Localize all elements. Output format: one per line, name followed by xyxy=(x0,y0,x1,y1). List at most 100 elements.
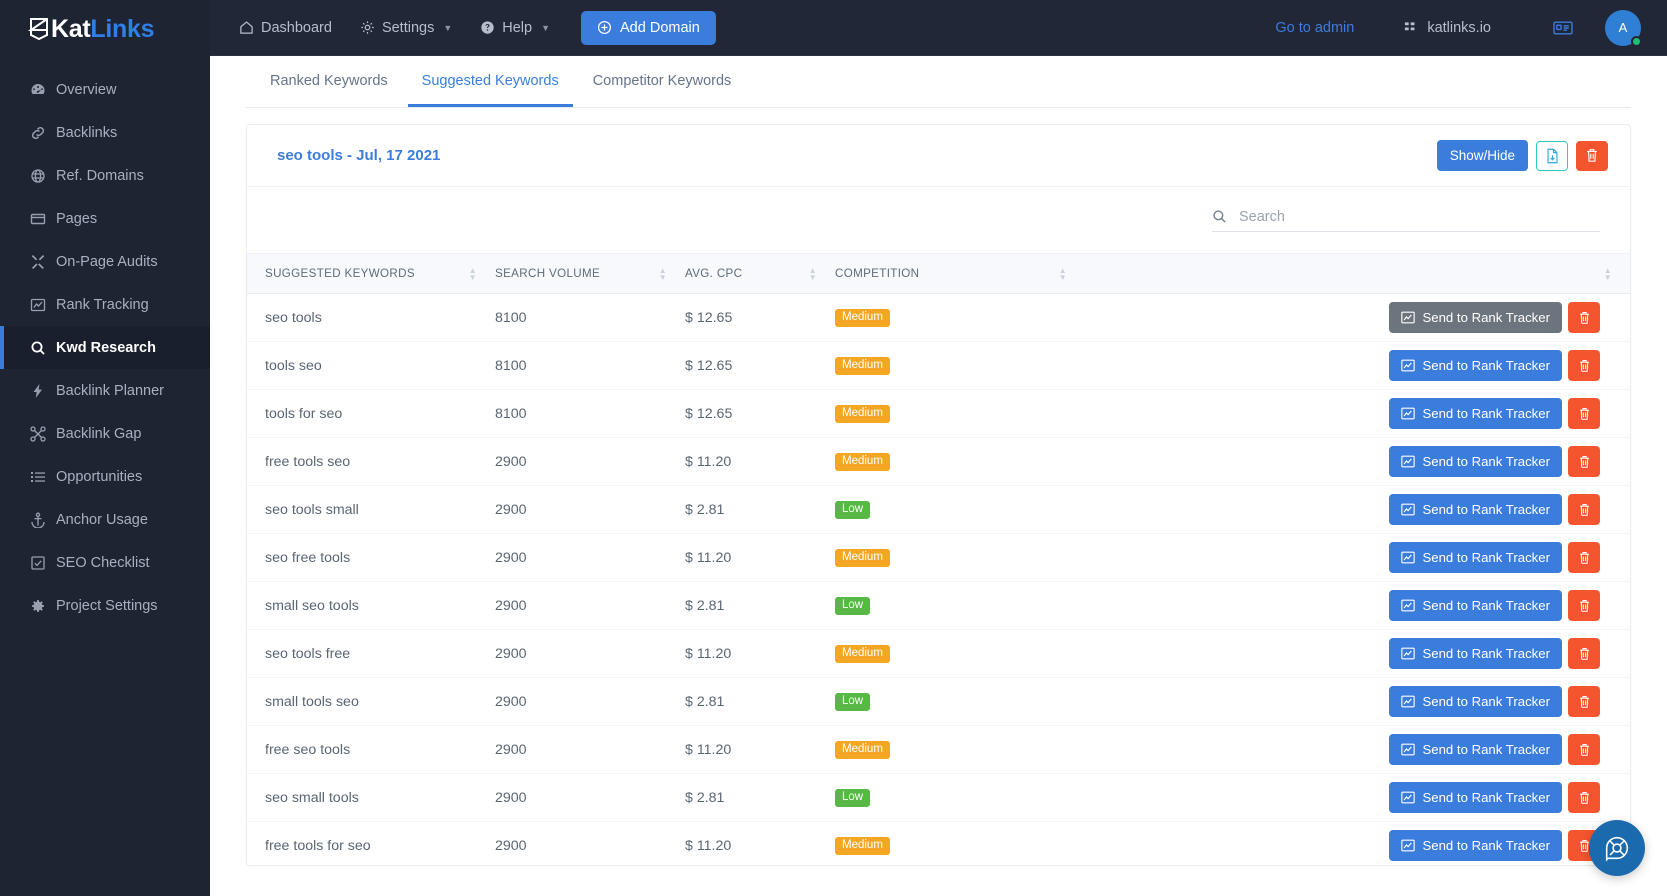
send-to-rank-tracker-button[interactable]: Send to Rank Tracker xyxy=(1389,782,1562,813)
table-row: small seo tools 2900 $ 2.81 Low Send to Rank… xyxy=(247,581,1630,630)
competition-badge: Medium xyxy=(835,740,890,760)
sidebar-item-label: Project Settings xyxy=(56,597,158,614)
row-action-group: Send to Rank Tracker xyxy=(1389,446,1600,477)
competition-badge: Medium xyxy=(835,356,890,376)
delete-row-button[interactable] xyxy=(1568,638,1600,669)
sidebar-item-rank-tracking[interactable]: Rank Tracking xyxy=(0,283,210,326)
sidebar-item-seo-checklist[interactable]: SEO Checklist xyxy=(0,541,210,584)
sidebar-item-overview[interactable]: Overview xyxy=(0,68,210,111)
cell-actions: Send to Rank Tracker xyxy=(1085,485,1630,534)
add-domain-button[interactable]: Add Domain xyxy=(581,10,716,45)
delete-row-button[interactable] xyxy=(1568,542,1600,573)
site-switcher[interactable]: katlinks.io xyxy=(1376,20,1531,36)
chart-line-icon xyxy=(1401,647,1416,660)
nav-dashboard[interactable]: Dashboard xyxy=(228,14,343,42)
go-to-admin-link[interactable]: Go to admin xyxy=(1253,20,1376,36)
delete-card-button[interactable] xyxy=(1576,140,1608,171)
cell-avg-cpc: $ 2.81 xyxy=(685,581,835,630)
sidebar-item-kwd-research[interactable]: Kwd Research xyxy=(0,326,210,369)
chart-line-icon xyxy=(1401,695,1416,708)
send-to-rank-tracker-label: Send to Rank Tracker xyxy=(1422,406,1550,421)
trash-icon xyxy=(1578,743,1591,757)
globe-icon xyxy=(30,168,56,184)
send-to-rank-tracker-button[interactable]: Send to Rank Tracker xyxy=(1389,302,1562,333)
delete-row-button[interactable] xyxy=(1568,686,1600,717)
cell-actions: Send to Rank Tracker xyxy=(1085,341,1630,390)
send-to-rank-tracker-button[interactable]: Send to Rank Tracker xyxy=(1389,446,1562,477)
nav-help[interactable]: Help ▼ xyxy=(469,14,561,42)
send-to-rank-tracker-button[interactable]: Send to Rank Tracker xyxy=(1389,830,1562,861)
send-to-rank-tracker-button[interactable]: Send to Rank Tracker xyxy=(1389,590,1562,621)
cell-competition: Medium xyxy=(835,821,1085,865)
table-row: seo free tools 2900 $ 11.20 Medium Send to R… xyxy=(247,533,1630,582)
send-to-rank-tracker-button[interactable]: Send to Rank Tracker xyxy=(1389,686,1562,717)
sidebar-item-label: SEO Checklist xyxy=(56,554,150,571)
topbar: Dashboard Settings ▼ Help ▼ Add Domain G… xyxy=(210,0,1667,56)
cell-keyword: small seo tools xyxy=(247,581,495,630)
table-row: seo tools free 2900 $ 11.20 Medium Send to R… xyxy=(247,629,1630,678)
support-fab-button[interactable] xyxy=(1589,820,1645,876)
avatar[interactable]: A xyxy=(1605,9,1642,47)
search-input[interactable] xyxy=(1239,208,1600,225)
sort-icon[interactable]: ▲ ▼ xyxy=(469,266,477,281)
tab-ranked-keywords[interactable]: Ranked Keywords xyxy=(256,73,402,107)
column-header-suggested-keywords[interactable]: SUGGESTED KEYWORDS ▲ ▼ xyxy=(247,253,495,294)
sidebar-item-ref-domains[interactable]: Ref. Domains xyxy=(0,154,210,197)
delete-row-button[interactable] xyxy=(1568,350,1600,381)
table-row: free tools seo 2900 $ 11.20 Medium Send to R… xyxy=(247,437,1630,486)
cell-avg-cpc: $ 12.65 xyxy=(685,341,835,390)
sidebar-item-pages[interactable]: Pages xyxy=(0,197,210,240)
id-card-icon[interactable] xyxy=(1531,20,1595,36)
chart-line-icon xyxy=(1401,359,1416,372)
sidebar-item-backlink-planner[interactable]: Backlink Planner xyxy=(0,369,210,412)
cell-competition: Medium xyxy=(835,725,1085,774)
nav-settings[interactable]: Settings ▼ xyxy=(349,14,463,42)
show-hide-button[interactable]: Show/Hide xyxy=(1436,140,1528,171)
column-header-competition[interactable]: COMPETITION ▲ ▼ xyxy=(835,253,1085,294)
sidebar-item-anchor-usage[interactable]: Anchor Usage xyxy=(0,498,210,541)
sort-icon[interactable]: ▲ ▼ xyxy=(809,266,817,281)
sidebar-item-on-page-audits[interactable]: On-Page Audits xyxy=(0,240,210,283)
card-actions: Show/Hide xyxy=(1436,140,1608,171)
trash-icon xyxy=(1578,311,1591,325)
send-to-rank-tracker-button[interactable]: Send to Rank Tracker xyxy=(1389,542,1562,573)
tab-competitor-keywords[interactable]: Competitor Keywords xyxy=(579,73,746,107)
sidebar-item-backlinks[interactable]: Backlinks xyxy=(0,111,210,154)
send-to-rank-tracker-button[interactable]: Send to Rank Tracker xyxy=(1389,494,1562,525)
send-to-rank-tracker-button[interactable]: Send to Rank Tracker xyxy=(1389,638,1562,669)
sidebar-item-label: Anchor Usage xyxy=(56,511,148,528)
delete-row-button[interactable] xyxy=(1568,446,1600,477)
brand-logo[interactable]: KatLinks xyxy=(0,0,210,58)
sort-icon[interactable]: ▲ ▼ xyxy=(1604,266,1612,281)
send-to-rank-tracker-button[interactable]: Send to Rank Tracker xyxy=(1389,350,1562,381)
delete-row-button[interactable] xyxy=(1568,494,1600,525)
delete-row-button[interactable] xyxy=(1568,398,1600,429)
sidebar-item-opportunities[interactable]: Opportunities xyxy=(0,455,210,498)
sidebar-item-label: On-Page Audits xyxy=(56,253,158,270)
sidebar-item-project-settings[interactable]: Project Settings xyxy=(0,584,210,627)
send-to-rank-tracker-label: Send to Rank Tracker xyxy=(1422,694,1550,709)
sidebar-item-backlink-gap[interactable]: Backlink Gap xyxy=(0,412,210,455)
delete-row-button[interactable] xyxy=(1568,734,1600,765)
cell-avg-cpc: $ 2.81 xyxy=(685,677,835,726)
search-box[interactable] xyxy=(1212,208,1600,232)
sidebar-item-label: Ref. Domains xyxy=(56,167,144,184)
export-button[interactable] xyxy=(1536,140,1568,171)
column-header-actions[interactable]: ▲ ▼ xyxy=(1085,253,1630,294)
sort-icon[interactable]: ▲ ▼ xyxy=(1059,266,1067,281)
cell-actions: Send to Rank Tracker xyxy=(1085,821,1630,865)
card-title[interactable]: seo tools - Jul, 17 2021 xyxy=(277,147,440,164)
delete-row-button[interactable] xyxy=(1568,782,1600,813)
send-to-rank-tracker-button[interactable]: Send to Rank Tracker xyxy=(1389,734,1562,765)
column-header-search-volume[interactable]: SEARCH VOLUME ▲ ▼ xyxy=(495,253,685,294)
delete-row-button[interactable] xyxy=(1568,302,1600,333)
column-header-avg-cpc[interactable]: AVG. CPC ▲ ▼ xyxy=(685,253,835,294)
send-to-rank-tracker-button[interactable]: Send to Rank Tracker xyxy=(1389,398,1562,429)
chart-line-icon xyxy=(1401,311,1416,324)
delete-row-button[interactable] xyxy=(1568,590,1600,621)
cell-competition: Low xyxy=(835,581,1085,630)
suggested-keywords-card: seo tools - Jul, 17 2021 Show/Hide Searc… xyxy=(246,124,1631,866)
tab-suggested-keywords[interactable]: Suggested Keywords xyxy=(407,73,573,107)
sort-icon[interactable]: ▲ ▼ xyxy=(659,266,667,281)
trash-icon xyxy=(1578,791,1591,805)
